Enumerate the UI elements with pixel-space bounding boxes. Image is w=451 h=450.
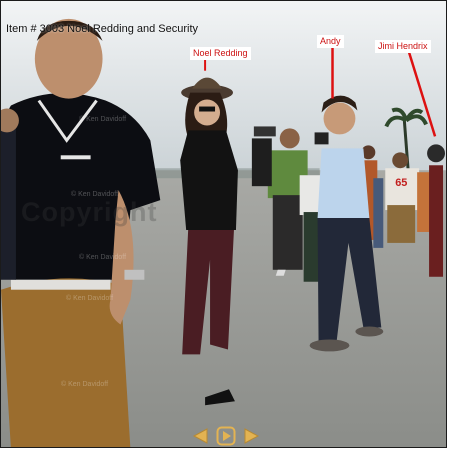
copyright-watermark: Copyright: [21, 197, 158, 227]
play-icon[interactable]: [216, 426, 236, 446]
photo-title: Item # 3003 Noel Redding and Security: [6, 23, 199, 35]
photo-frame: 65 Copyright © Ken Davidoff © Ken Davido…: [0, 0, 447, 448]
left-arrow-icon[interactable]: [191, 426, 211, 446]
right-arrow-icon[interactable]: [241, 426, 261, 446]
label-andy: Andy: [317, 35, 344, 48]
slideshow-controls: [191, 426, 261, 446]
label-noel-redding: Noel Redding: [190, 47, 251, 60]
svg-text:65: 65: [395, 177, 407, 189]
label-jimi-hendrix: Jimi Hendrix: [375, 40, 431, 53]
